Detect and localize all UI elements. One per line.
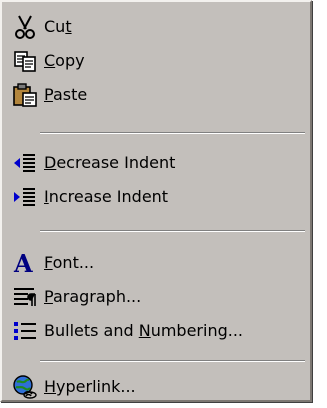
menu-item-label: Paragraph... xyxy=(44,287,142,306)
menu-item-label: Copy xyxy=(44,51,85,70)
menu-item-hyperlink[interactable]: Hyperlink... xyxy=(2,370,308,404)
menu-item-font[interactable]: A Font... xyxy=(2,246,308,280)
bullets-icon xyxy=(11,317,39,345)
menu-item-label: Cut xyxy=(44,17,72,36)
menu-item-paragraph[interactable]: Paragraph... xyxy=(2,280,308,314)
menu-item-label: Bullets and Numbering... xyxy=(44,321,244,340)
hyperlink-icon xyxy=(11,373,39,401)
paragraph-icon xyxy=(11,283,39,311)
svg-text:A: A xyxy=(13,249,33,277)
menu-item-decrease-indent[interactable]: Decrease Indent xyxy=(2,146,308,180)
context-menu: Cut Copy Paste Decrease Indent Increase … xyxy=(0,0,312,402)
menu-item-label: Font... xyxy=(44,253,95,272)
font-icon: A xyxy=(11,249,39,277)
paste-icon xyxy=(11,81,39,109)
menu-item-label: Increase Indent xyxy=(44,187,169,206)
menu-item-bullets-numbering[interactable]: Bullets and Numbering... xyxy=(2,314,308,348)
menu-item-label: Hyperlink... xyxy=(44,377,136,396)
scissors-icon xyxy=(11,13,39,41)
decrease-indent-icon xyxy=(11,149,39,177)
menu-separator xyxy=(40,132,305,134)
menu-item-increase-indent[interactable]: Increase Indent xyxy=(2,180,308,214)
menu-item-paste[interactable]: Paste xyxy=(2,78,308,112)
menu-item-label: Paste xyxy=(44,85,88,104)
increase-indent-icon xyxy=(11,183,39,211)
menu-separator xyxy=(40,360,305,362)
menu-item-label: Decrease Indent xyxy=(44,153,176,172)
menu-item-copy[interactable]: Copy xyxy=(2,44,308,78)
menu-item-cut[interactable]: Cut xyxy=(2,10,308,44)
menu-separator xyxy=(40,230,305,232)
copy-icon xyxy=(11,47,39,75)
